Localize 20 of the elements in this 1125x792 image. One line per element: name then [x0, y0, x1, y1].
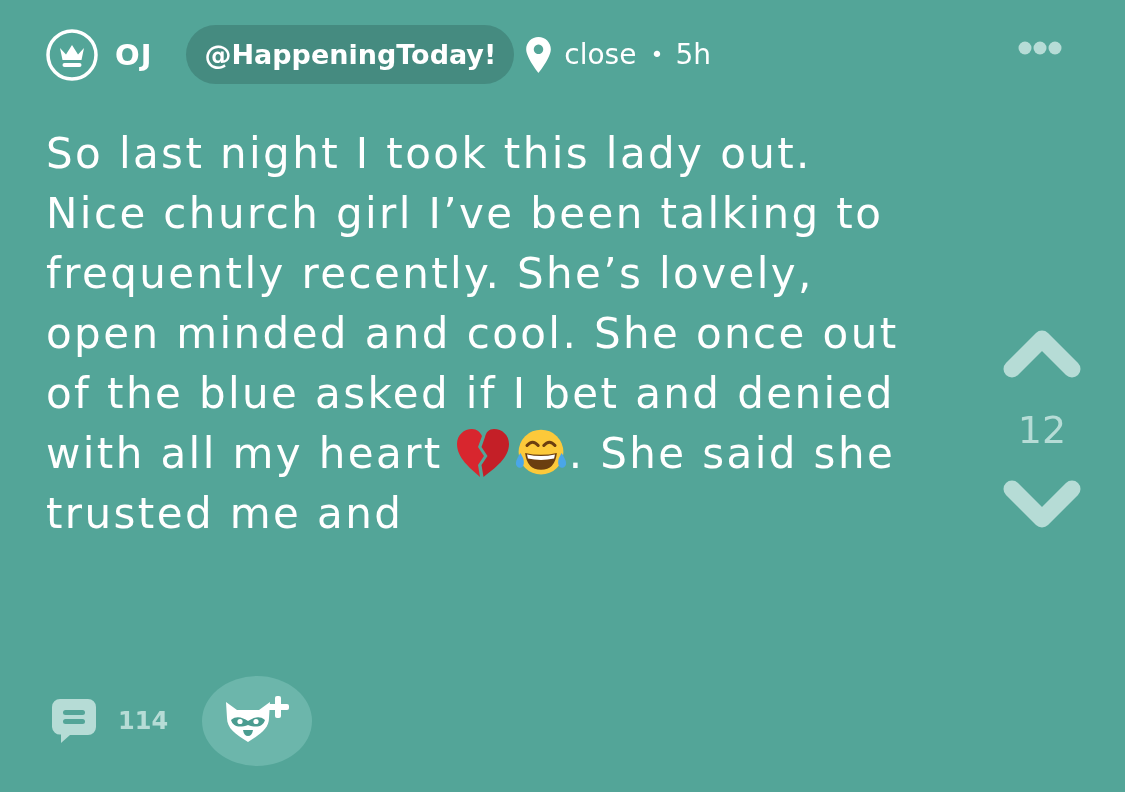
location-pin-icon — [526, 36, 552, 73]
separator-dot: • — [650, 42, 664, 67]
post-text: . She said she — [568, 428, 896, 478]
post-age: 5h — [675, 38, 711, 71]
crown-badge-icon — [46, 28, 98, 81]
post-text: of the blue asked if I bet and denied — [46, 368, 895, 418]
broken-heart-icon — [454, 426, 511, 480]
post-text: with all my heart — [46, 428, 443, 478]
author-name: OJ — [115, 37, 153, 72]
post-text: So last night I took this lady out. — [46, 128, 812, 178]
post-text: open minded and cool. She once out — [46, 308, 899, 358]
channel-tag[interactable]: @HappeningToday! — [186, 25, 515, 84]
post-text: Nice church girl I’ve been talking to — [46, 188, 884, 238]
post-text: frequently recently. She’s lovely, — [46, 248, 814, 298]
post-text: trusted me and — [46, 488, 404, 538]
comment-icon — [52, 699, 96, 743]
comment-count: 114 — [118, 707, 169, 735]
more-icon[interactable] — [1018, 40, 1062, 55]
vote-count: 12 — [1017, 408, 1067, 452]
location-text: close — [564, 38, 637, 71]
